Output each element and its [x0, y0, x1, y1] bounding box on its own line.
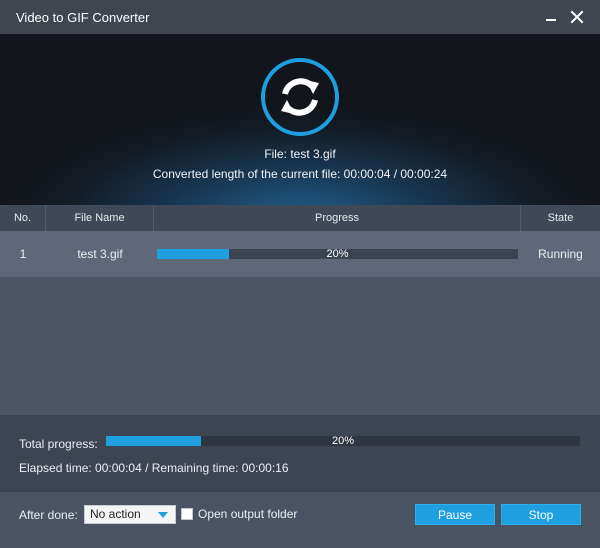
total-progress-percent: 20% [331, 435, 355, 447]
footer-bar: After done: No action Open output folder… [0, 492, 600, 548]
title-bar: Video to GIF Converter [0, 0, 600, 34]
column-header-file-name: File Name [46, 205, 154, 231]
close-icon[interactable] [568, 8, 586, 26]
row-number: 1 [19, 247, 27, 261]
after-done-value: No action [90, 507, 141, 521]
summary-panel: Total progress: 20% Elapsed time: 00:00:… [0, 415, 600, 492]
file-list: 1 test 3.gif 20% Running [0, 231, 600, 415]
row-file-name: test 3.gif [77, 247, 123, 261]
open-output-folder-label[interactable]: Open output folder [198, 507, 297, 521]
elapsed-remaining-time: Elapsed time: 00:00:04 / Remaining time:… [19, 461, 289, 475]
table-header: No. File Name Progress State [0, 205, 600, 231]
conversion-status-panel: File: test 3.gif Converted length of the… [0, 34, 600, 205]
converted-length-text: Converted length of the current file: 00… [152, 167, 448, 181]
row-progress-label: 20% [326, 248, 349, 260]
total-progress-label: Total progress: [19, 437, 98, 451]
table-row[interactable]: 1 test 3.gif 20% Running [0, 231, 600, 277]
open-output-folder-checkbox[interactable] [181, 508, 193, 520]
dropdown-arrow-icon [158, 512, 168, 518]
row-state: Running [538, 247, 583, 261]
after-done-select[interactable]: No action [84, 505, 176, 524]
stop-button[interactable]: Stop [501, 504, 581, 525]
current-file-text: File: test 3.gif [264, 147, 336, 161]
minimize-icon[interactable] [542, 8, 560, 26]
convert-refresh-icon [259, 56, 341, 138]
column-header-progress: Progress [154, 205, 521, 231]
window-title: Video to GIF Converter [16, 10, 150, 25]
pause-button[interactable]: Pause [415, 504, 495, 525]
after-done-label: After done: [19, 508, 78, 522]
column-header-state: State [547, 212, 574, 224]
column-header-no: No. [0, 205, 46, 231]
